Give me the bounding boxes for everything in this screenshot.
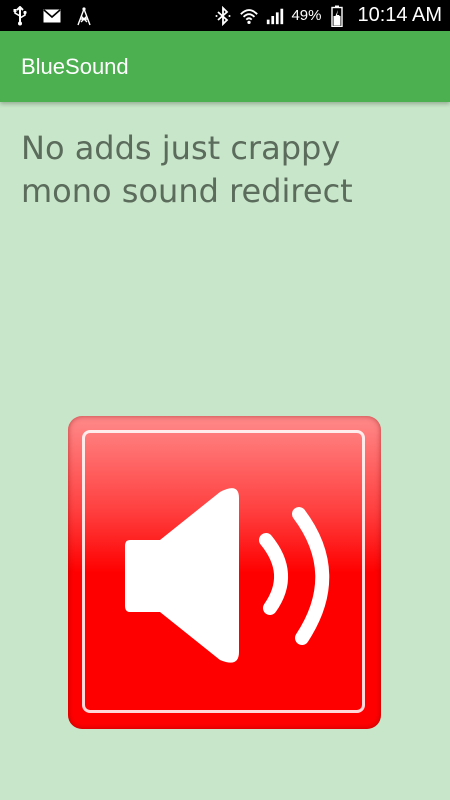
- battery-icon: [327, 5, 347, 27]
- status-left-group: [10, 5, 213, 26]
- app-title: BlueSound: [21, 53, 129, 79]
- status-bar: 49% 10:14 AM: [0, 0, 450, 31]
- signal-tower-icon: [74, 6, 94, 26]
- status-right-group: 49% 10:14 AM: [213, 4, 442, 27]
- bluetooth-icon: [213, 5, 233, 26]
- speaker-volume-icon: [125, 488, 330, 663]
- battery-percentage: 49%: [291, 7, 322, 24]
- app-bar: BlueSound: [0, 31, 450, 102]
- main-message: No adds just crappy mono sound redirect: [21, 129, 353, 210]
- usb-icon: [10, 5, 30, 26]
- cell-signal-icon: [265, 6, 285, 26]
- wifi-icon: [239, 6, 259, 26]
- mail-icon: [42, 6, 62, 26]
- clock: 10:14 AM: [357, 4, 442, 26]
- sound-toggle-button[interactable]: [68, 416, 381, 729]
